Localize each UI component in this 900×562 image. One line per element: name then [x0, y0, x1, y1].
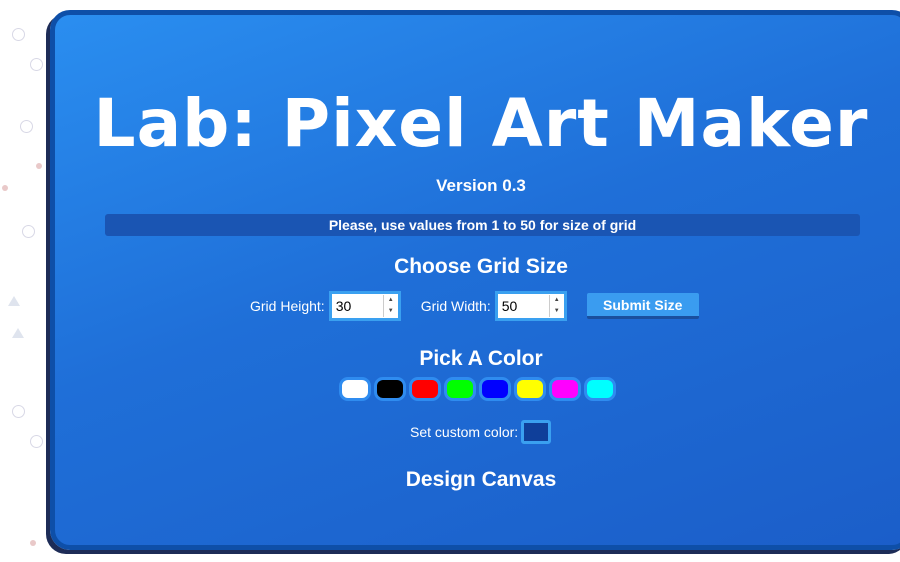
color-swatch-green[interactable]: [444, 377, 476, 401]
stepper-up-icon[interactable]: ▲: [550, 295, 564, 306]
stepper-up-icon[interactable]: ▲: [384, 295, 398, 306]
decorative-circle-icon: [30, 435, 43, 448]
decorative-circle-icon: [22, 225, 35, 238]
custom-color-label: Set custom color:: [410, 424, 519, 440]
grid-height-stepper[interactable]: ▲ ▼: [382, 295, 398, 317]
page-title: Lab: Pixel Art Maker: [93, 85, 869, 162]
decorative-circle-icon: [12, 28, 25, 41]
decorative-dot-icon: [2, 185, 8, 191]
decorative-triangle-icon: [8, 296, 20, 306]
grid-size-notice: Please, use values from 1 to 50 for size…: [105, 214, 860, 236]
submit-size-button[interactable]: Submit Size: [586, 293, 699, 319]
color-palette: [339, 377, 619, 401]
color-swatch-cyan[interactable]: [584, 377, 616, 401]
grid-width-stepper[interactable]: ▲ ▼: [548, 295, 564, 317]
color-swatch-yellow[interactable]: [514, 377, 546, 401]
color-swatch-magenta[interactable]: [549, 377, 581, 401]
grid-width-input[interactable]: 50 ▲ ▼: [494, 291, 567, 321]
color-swatch-blue[interactable]: [479, 377, 511, 401]
decorative-circle-icon: [12, 405, 25, 418]
custom-color-row: Set custom color:: [410, 420, 552, 444]
custom-color-picker[interactable]: [521, 420, 552, 444]
decorative-triangle-icon: [12, 328, 24, 338]
grid-height-value: 30: [335, 298, 352, 314]
decorative-dot-icon: [36, 163, 42, 169]
pixel-art-maker-panel: Lab: Pixel Art Maker Version 0.3 Please,…: [50, 10, 900, 550]
design-canvas-heading: Design Canvas: [405, 468, 557, 491]
color-swatch-black[interactable]: [374, 377, 406, 401]
grid-size-form: Grid Height: 30 ▲ ▼ Grid Width: 50 ▲ ▼ S…: [250, 291, 699, 321]
pick-color-heading: Pick A Color: [419, 347, 543, 370]
grid-width-value: 50: [501, 298, 518, 314]
decorative-dot-icon: [30, 540, 36, 546]
decorative-circle-icon: [30, 58, 43, 71]
stepper-down-icon[interactable]: ▼: [550, 306, 564, 317]
grid-height-label: Grid Height:: [250, 298, 325, 314]
stepper-down-icon[interactable]: ▼: [384, 306, 398, 317]
grid-width-label: Grid Width:: [420, 298, 491, 314]
grid-size-heading: Choose Grid Size: [394, 255, 568, 278]
color-swatch-red[interactable]: [409, 377, 441, 401]
grid-height-input[interactable]: 30 ▲ ▼: [328, 291, 401, 321]
version-label: Version 0.3: [436, 176, 526, 195]
decorative-circle-icon: [20, 120, 33, 133]
color-swatch-white[interactable]: [339, 377, 371, 401]
